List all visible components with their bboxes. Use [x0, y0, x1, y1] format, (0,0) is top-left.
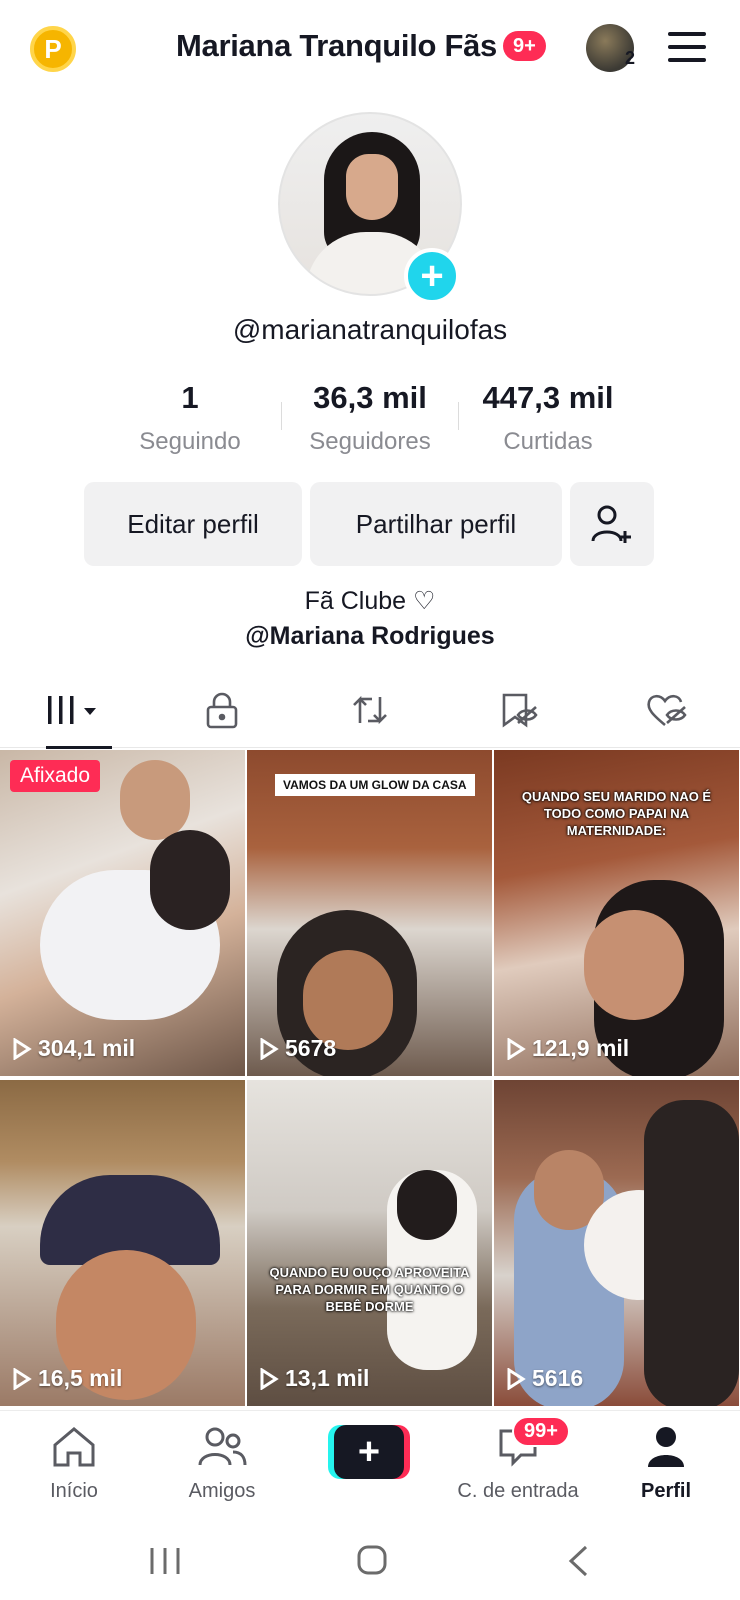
stat-value: 1 — [181, 380, 199, 415]
coin-icon[interactable]: P — [30, 26, 76, 72]
home-button-icon[interactable] — [356, 1544, 388, 1576]
play-icon — [13, 1037, 32, 1060]
add-user-icon — [591, 505, 631, 543]
bio-line-2[interactable]: @Mariana Rodrigues — [0, 622, 740, 651]
tab-favorites[interactable] — [444, 672, 592, 748]
tab-videos[interactable] — [0, 672, 148, 749]
nav-label: Início — [50, 1480, 98, 1502]
view-count: 304,1 mil — [12, 1035, 135, 1062]
video-caption: QUANDO EU OUÇO APROVEITA PARA DORMIR EM … — [269, 1265, 470, 1314]
lock-icon — [206, 692, 238, 729]
video-tile[interactable]: Afixado 304,1 mil — [0, 750, 245, 1076]
nav-profile[interactable]: Perfil — [592, 1425, 740, 1503]
inbox-badge: 99+ — [512, 1416, 570, 1447]
share-profile-button[interactable]: Partilhar perfil — [310, 482, 562, 566]
home-icon — [53, 1427, 95, 1467]
top-bar: P Mariana Tranquilo Fãs 9+ 2 — [0, 0, 740, 96]
tab-liked[interactable] — [592, 672, 740, 748]
video-tile[interactable]: VAMOS DA UM GLOW DA CASA 5678 — [247, 750, 492, 1076]
friends-icon — [198, 1427, 247, 1466]
play-icon — [507, 1037, 526, 1060]
stat-following[interactable]: 1 Seguindo — [132, 380, 248, 456]
account-title: Mariana Tranquilo Fãs — [176, 28, 498, 63]
video-tile[interactable]: 5616 — [494, 1080, 739, 1406]
view-count: 13,1 mil — [259, 1365, 369, 1392]
view-count: 16,5 mil — [12, 1365, 122, 1392]
stat-label: Curtidas — [503, 428, 593, 455]
profile-icon — [648, 1427, 684, 1467]
bookmark-hidden-icon — [502, 693, 538, 728]
video-tile[interactable]: 16,5 mil — [0, 1080, 245, 1406]
account-count: 2 — [625, 48, 636, 68]
coin-label: P — [44, 33, 62, 64]
title-badge: 9+ — [503, 31, 546, 61]
tab-private[interactable] — [148, 672, 296, 748]
view-count: 121,9 mil — [506, 1035, 629, 1062]
profile-username: @marianatranquilofas — [232, 314, 508, 345]
video-caption: VAMOS DA UM GLOW DA CASA — [275, 774, 475, 796]
bottom-navigation: Início Amigos + C. de entrada Perfil — [0, 1410, 740, 1516]
recent-apps-icon[interactable] — [148, 1546, 182, 1576]
play-icon — [260, 1367, 279, 1390]
add-photo-plus-icon[interactable]: + — [404, 248, 460, 304]
menu-icon[interactable] — [668, 32, 706, 62]
stat-value: 36,3 mil — [313, 380, 427, 415]
tab-reposts[interactable] — [296, 672, 444, 748]
play-icon — [260, 1037, 279, 1060]
view-count: 5616 — [506, 1365, 583, 1392]
pinned-badge: Afixado — [10, 760, 101, 792]
repost-icon — [353, 695, 387, 725]
create-button[interactable]: + — [328, 1425, 410, 1479]
back-icon[interactable] — [566, 1544, 590, 1578]
add-friend-button[interactable] — [570, 482, 654, 566]
stat-label: Seguindo — [139, 428, 241, 455]
video-tile[interactable]: QUANDO SEU MARIDO NAO É TODO COMO PAPAI … — [494, 750, 739, 1076]
bio-line-1: Fã Clube ♡ — [304, 587, 436, 615]
video-tile[interactable]: QUANDO EU OUÇO APROVEITA PARA DORMIR EM … — [247, 1080, 492, 1406]
video-caption: QUANDO SEU MARIDO NAO É TODO COMO PAPAI … — [521, 789, 712, 838]
system-navigation-bar — [0, 1516, 740, 1600]
edit-profile-button[interactable]: Editar perfil — [84, 482, 302, 566]
plus-icon: + — [334, 1425, 404, 1479]
stat-likes[interactable]: 447,3 mil Curtidas — [470, 380, 626, 456]
profile-tabs — [0, 672, 740, 749]
stat-label: Seguidores — [309, 428, 431, 455]
account-switcher[interactable]: Mariana Tranquilo Fãs 9+ — [176, 28, 546, 64]
play-icon — [13, 1367, 32, 1390]
nav-label: Perfil — [640, 1480, 692, 1502]
stat-value: 447,3 mil — [482, 380, 614, 415]
heart-hidden-icon — [647, 694, 687, 726]
nav-label: C. de entrada — [457, 1480, 579, 1502]
play-icon — [507, 1367, 526, 1390]
nav-friends[interactable]: Amigos — [148, 1425, 296, 1503]
stat-followers[interactable]: 36,3 mil Seguidores — [298, 380, 442, 456]
nav-label: Amigos — [188, 1480, 256, 1502]
nav-home[interactable]: Início — [0, 1425, 148, 1503]
grid-icon — [48, 696, 96, 724]
view-count: 5678 — [259, 1035, 336, 1062]
